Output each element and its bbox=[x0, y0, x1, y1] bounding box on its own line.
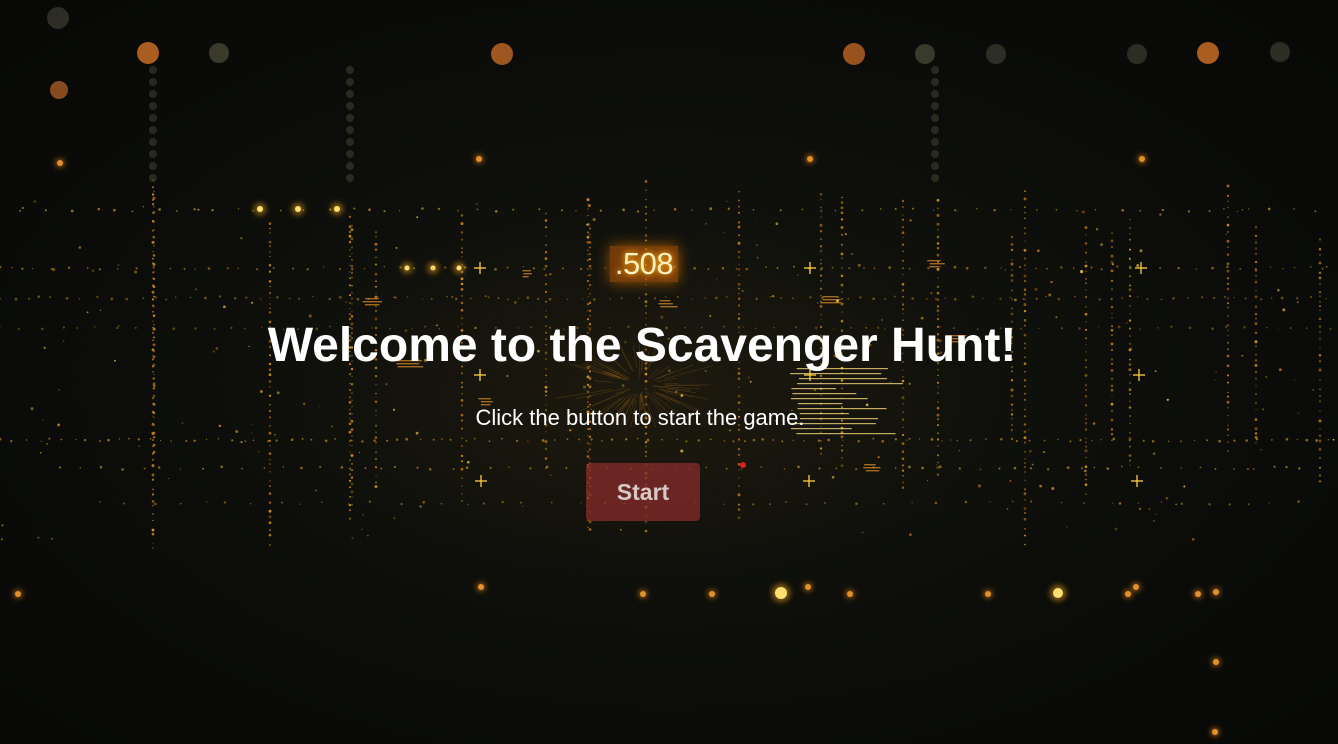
bokeh-light bbox=[137, 42, 159, 64]
bokeh-light bbox=[915, 44, 935, 64]
bokeh-light bbox=[1197, 42, 1219, 64]
bokeh-light bbox=[50, 81, 68, 99]
instructions-text: Click the button to start the game. bbox=[475, 405, 805, 430]
bokeh-light bbox=[1270, 42, 1290, 62]
score-counter: .508 bbox=[610, 246, 678, 282]
bokeh-light bbox=[843, 43, 865, 65]
bokeh-light bbox=[209, 43, 229, 63]
bokeh-light bbox=[47, 7, 69, 29]
bokeh-light bbox=[986, 44, 1006, 64]
bokeh-light bbox=[1127, 44, 1147, 64]
page-title: Welcome to the Scavenger Hunt! bbox=[267, 319, 1017, 372]
start-button[interactable]: Start bbox=[586, 463, 700, 521]
bokeh-light bbox=[491, 43, 513, 65]
game-stage: .508 Welcome to the Scavenger Hunt! Clic… bbox=[0, 0, 1338, 744]
